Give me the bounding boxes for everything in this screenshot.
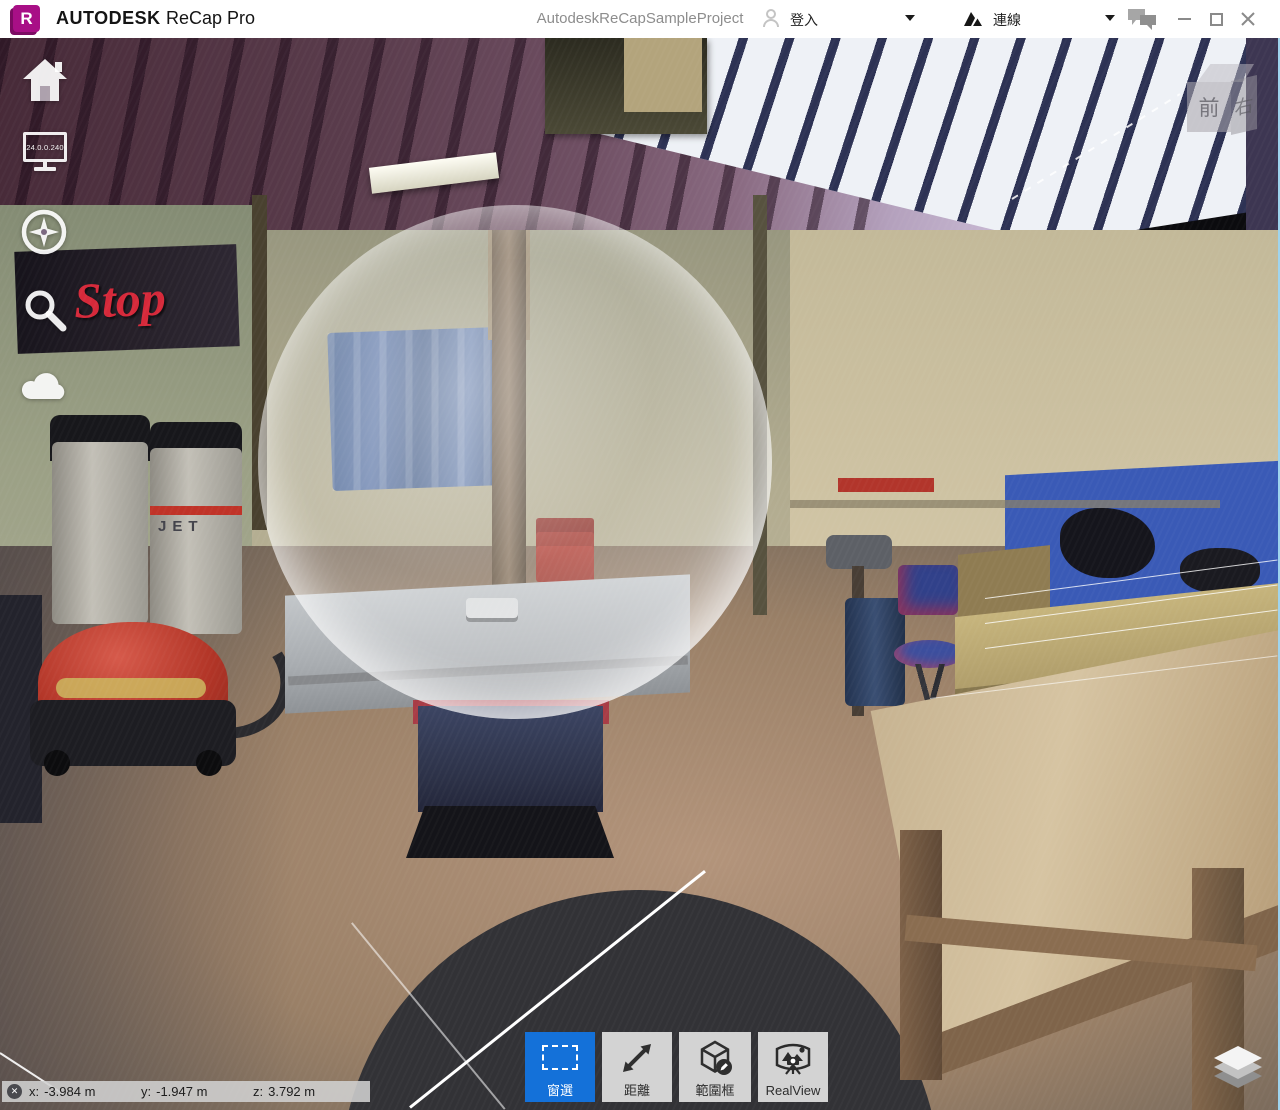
sign-in-button[interactable]	[762, 8, 780, 33]
scene-workbench-leg	[900, 830, 942, 1080]
compass-icon	[20, 208, 68, 256]
scene-tablesaw-cabinet	[418, 706, 603, 812]
magnifier-icon	[21, 286, 67, 332]
scene-vacuum-wheel-2	[196, 750, 222, 776]
bounding-box-label: 範圍框	[695, 1083, 734, 1098]
scene-vacuum-label	[56, 678, 206, 698]
minimize-icon	[1178, 18, 1191, 20]
monitor-base	[34, 167, 56, 171]
scene-red-rack	[838, 478, 934, 492]
scene-grinder	[826, 535, 892, 569]
coordinates-status-bar: ✕ x: -3.984 m y: -1.947 m z: 3.792 m	[2, 1081, 370, 1102]
view-cube-front-face[interactable]: 前	[1187, 82, 1231, 132]
feedback-bubbles-icon	[1126, 7, 1158, 31]
banner-text: Stop	[73, 269, 167, 330]
cloud-button[interactable]	[20, 366, 70, 407]
view-cube[interactable]: 前 右	[1178, 58, 1264, 144]
cloud-icon	[20, 366, 70, 402]
z-label: z:	[253, 1084, 263, 1099]
realview-camera-icon	[773, 1040, 813, 1076]
connect-caret-icon[interactable]	[1105, 15, 1115, 21]
close-icon	[1241, 12, 1255, 26]
bounding-box-button[interactable]: 範圍框	[679, 1032, 751, 1102]
scene-ceiling-duct	[624, 38, 702, 112]
project-name: AutodeskReCapSampleProject	[537, 10, 744, 27]
distance-button[interactable]: 距離	[602, 1032, 672, 1102]
point-cloud-viewport[interactable]: Stop JET 前	[0, 38, 1280, 1110]
scene-dust-collector-drum	[52, 442, 148, 624]
realview-scan-sphere[interactable]	[258, 205, 772, 719]
connect-button[interactable]	[963, 9, 983, 32]
brand-title: AUTODESK	[56, 8, 161, 29]
navigation-button[interactable]	[20, 208, 68, 261]
scene-tablesaw-stand	[406, 806, 614, 858]
connect-drive-icon	[963, 9, 983, 27]
z-value: 3.792 m	[268, 1084, 315, 1099]
scene-conduit	[790, 500, 1220, 508]
scene-dust-collector-drum-2	[150, 448, 242, 634]
maximize-button[interactable]	[1204, 8, 1228, 30]
window-select-button[interactable]: 窗選	[525, 1032, 595, 1102]
monitor-icon: 24.0.0.240	[23, 132, 67, 162]
minimize-button[interactable]	[1172, 8, 1196, 30]
close-button[interactable]	[1236, 8, 1260, 30]
connect-label[interactable]: 連線	[993, 10, 1021, 30]
search-button[interactable]	[21, 286, 67, 337]
scene-stool-back	[898, 565, 958, 615]
crosshair-icon: ✕	[7, 1084, 22, 1099]
display-settings-button[interactable]: 24.0.0.240	[23, 132, 67, 171]
version-badge: 24.0.0.240	[26, 143, 63, 152]
home-button[interactable]	[22, 58, 68, 107]
distance-label: 距離	[624, 1083, 650, 1098]
recap-logo-icon: R	[13, 5, 40, 32]
distance-arrow-icon	[619, 1040, 655, 1076]
scene-vacuum-wheel	[44, 750, 70, 776]
sign-in-label[interactable]: 登入	[790, 10, 818, 30]
realview-label: RealView	[766, 1083, 821, 1098]
x-label: x:	[29, 1084, 39, 1099]
scene-jet-stripe	[150, 506, 242, 515]
y-value: -1.947 m	[156, 1084, 207, 1099]
maximize-icon	[1210, 13, 1223, 26]
y-label: y:	[141, 1084, 151, 1099]
bounding-box-icon	[696, 1039, 734, 1077]
sign-in-caret-icon[interactable]	[905, 15, 915, 21]
product-title: ReCap Pro	[166, 8, 255, 29]
home-icon	[22, 58, 68, 102]
bottom-toolbar: 窗選 距離 範圍框	[525, 1032, 828, 1102]
person-icon	[762, 8, 780, 28]
view-cube-right-face[interactable]: 右	[1231, 75, 1257, 135]
x-value: -3.984 m	[44, 1084, 95, 1099]
title-bar: R AUTODESK ReCap Pro AutodeskReCapSample…	[0, 0, 1280, 38]
realview-button[interactable]: RealView	[758, 1032, 828, 1102]
jet-brand-text: JET	[158, 518, 204, 535]
feedback-button[interactable]	[1126, 7, 1158, 36]
layers-button[interactable]	[1212, 1046, 1264, 1094]
marquee-select-icon	[542, 1045, 578, 1070]
window-select-label: 窗選	[547, 1083, 573, 1098]
